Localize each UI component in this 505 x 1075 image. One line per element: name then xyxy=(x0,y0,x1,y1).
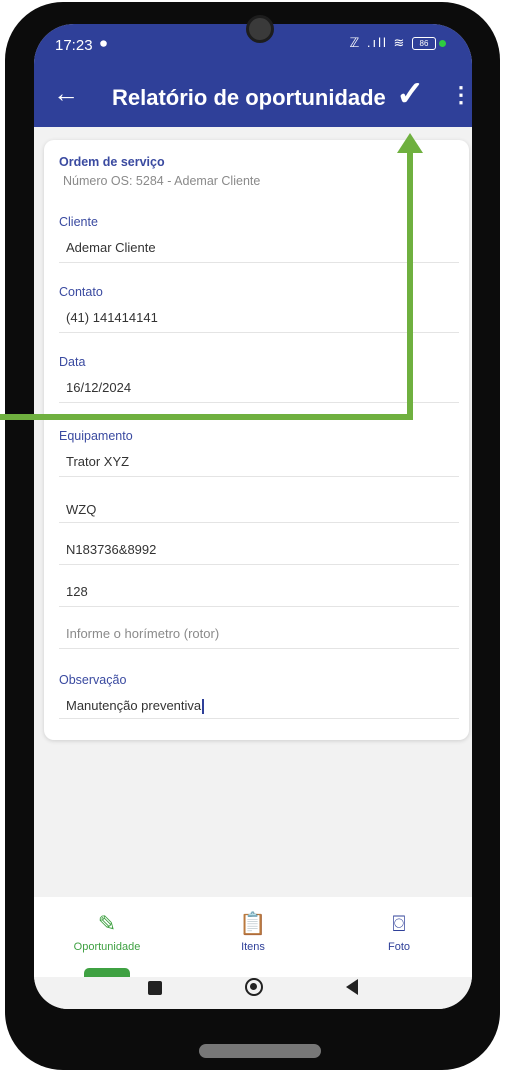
annotation-arrow-vertical xyxy=(407,152,413,420)
tab-foto-label: Foto xyxy=(387,941,410,953)
clipboard-icon: 📋 xyxy=(239,911,267,936)
form-card: Ordem de serviço Número OS: 5284 - Adema… xyxy=(44,140,469,740)
contato-label: Contato xyxy=(59,285,103,299)
tab-itens[interactable]: 📋 Itens xyxy=(180,897,326,977)
front-camera xyxy=(246,15,274,43)
status-icons: ℤ .ıll ≋ 86 xyxy=(350,35,446,51)
equipamento-serie-field[interactable]: N183736&8992 xyxy=(66,542,156,557)
recording-icon: ⏺ xyxy=(100,35,107,51)
observacao-label: Observação xyxy=(59,673,127,687)
tab-oportunidade-label: Oportunidade xyxy=(73,941,141,953)
equipamento-modelo-underline xyxy=(59,476,459,477)
system-nav-bar xyxy=(34,977,472,1009)
back-arrow-icon[interactable]: ← xyxy=(53,78,79,109)
cliente-field[interactable]: Ademar Cliente xyxy=(66,240,156,255)
equipamento-label: Equipamento xyxy=(59,429,133,443)
status-time: 17:23 xyxy=(55,37,93,54)
annotation-arrow-head xyxy=(397,133,423,153)
annotation-arrow-horizontal xyxy=(0,414,413,420)
data-field[interactable]: 16/12/2024 xyxy=(66,380,131,395)
edit-icon: ✎ xyxy=(97,911,117,936)
equipamento-modelo-field[interactable]: Trator XYZ xyxy=(66,454,129,469)
more-options-icon[interactable]: ⋮ xyxy=(450,82,472,108)
data-underline xyxy=(59,402,459,403)
system-back-button[interactable] xyxy=(346,979,358,995)
contato-underline xyxy=(59,332,459,333)
equipamento-marca-field[interactable]: WZQ xyxy=(66,502,96,517)
horimetro-rotor-input[interactable]: Informe o horímetro (rotor) xyxy=(66,626,219,641)
equipamento-horimetro-underline xyxy=(59,606,459,607)
equipamento-serie-underline xyxy=(59,564,459,565)
recents-button[interactable] xyxy=(148,981,162,995)
cliente-label: Cliente xyxy=(59,215,98,229)
equipamento-horimetro-field[interactable]: 128 xyxy=(66,584,88,599)
privacy-dot xyxy=(439,40,446,48)
active-tab-indicator xyxy=(84,968,130,977)
save-check-icon[interactable]: ✓ xyxy=(396,74,425,114)
tab-oportunidade[interactable]: ✎ Oportunidade xyxy=(34,897,180,977)
data-label: Data xyxy=(59,355,86,369)
bottom-navigation: ✎ Oportunidade 📋 Itens ⌼ Foto xyxy=(34,897,472,977)
signal-wifi-icon: ℤ .ıll ≋ xyxy=(349,35,407,50)
observacao-field[interactable]: Manutenção preventiva xyxy=(66,698,204,715)
horimetro-rotor-underline xyxy=(59,648,459,649)
camera-icon: ⌼ xyxy=(392,911,406,936)
tab-foto[interactable]: ⌼ Foto xyxy=(326,897,472,977)
tab-itens-label: Itens xyxy=(241,941,265,953)
ordem-value: Número OS: 5284 - Ademar Cliente xyxy=(63,174,261,188)
text-cursor xyxy=(202,699,204,715)
equipamento-marca-underline xyxy=(59,522,459,523)
contato-field[interactable]: (41) 141414141 xyxy=(66,310,158,325)
observacao-underline xyxy=(59,718,459,719)
home-button[interactable] xyxy=(245,978,263,996)
observacao-text: Manutenção preventiva xyxy=(66,698,202,713)
page-title: Relatório de oportunidade xyxy=(112,85,386,110)
toolbar: ← Relatório de oportunidade ✓ ⋮ xyxy=(34,70,472,127)
cliente-underline xyxy=(59,262,459,263)
battery-icon: 86 xyxy=(412,37,436,51)
phone-bottom-pill xyxy=(199,1044,321,1058)
ordem-label: Ordem de serviço xyxy=(59,155,165,169)
